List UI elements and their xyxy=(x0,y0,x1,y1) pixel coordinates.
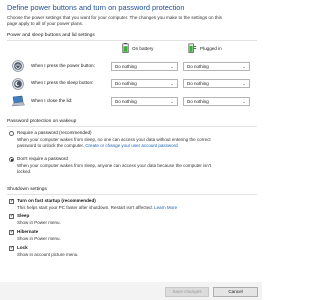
select-value: Do nothing xyxy=(115,64,137,69)
page-title: Define power buttons and turn on passwor… xyxy=(7,3,185,12)
select-value: Do nothing xyxy=(187,81,209,86)
sleep-button-battery-select[interactable]: Do nothing ⌄ xyxy=(111,79,178,88)
chevron-down-icon: ⌄ xyxy=(242,99,246,104)
col-plugged-label: Plugged in xyxy=(200,45,222,51)
sleep-option-label[interactable]: Sleep xyxy=(17,213,29,218)
battery-icon xyxy=(122,43,129,53)
hibernate-checkbox[interactable] xyxy=(9,229,14,235)
select-value: Do nothing xyxy=(187,64,209,69)
chevron-down-icon: ⌄ xyxy=(242,81,246,86)
col-header-plugged: Plugged in xyxy=(188,43,222,53)
col-header-battery: On battery xyxy=(122,43,153,53)
chevron-down-icon: ⌄ xyxy=(170,99,174,104)
sleep-option-desc: Show in Power menu. xyxy=(17,220,61,225)
password-section-title: Password protection on wakeup xyxy=(7,119,77,124)
sleep-checkbox[interactable] xyxy=(9,213,14,219)
dont-require-password-desc: When your computer wakes from sleep, any… xyxy=(17,163,257,175)
hibernate-option-label[interactable]: Hibernate xyxy=(17,229,38,234)
hibernate-option-desc: Show in Power menu. xyxy=(17,236,61,241)
shutdown-section-title: Shutdown settings xyxy=(7,187,47,192)
dont-require-password-radio[interactable] xyxy=(9,157,14,162)
sleep-icon xyxy=(12,78,24,90)
require-password-radio[interactable] xyxy=(9,131,14,136)
save-changes-button[interactable]: Save changes xyxy=(165,287,209,297)
learn-more-link[interactable]: Learn More xyxy=(154,205,177,210)
laptop-lid-icon xyxy=(11,95,25,107)
require-password-label[interactable]: Require a password (recommended) xyxy=(17,130,92,135)
require-desc-prefix: password to unlock the computer. xyxy=(17,143,85,148)
chevron-down-icon: ⌄ xyxy=(242,64,246,69)
power-button-plugged-select[interactable]: Do nothing ⌄ xyxy=(183,62,250,71)
section-divider xyxy=(7,194,257,195)
section-divider xyxy=(7,40,257,41)
power-button-battery-select[interactable]: Do nothing ⌄ xyxy=(111,62,178,71)
require-desc-line-2: password to unlock the computer. Create … xyxy=(17,143,257,149)
buttons-section-title: Power and sleep buttons and lid settings xyxy=(7,33,95,38)
fast-startup-desc: This helps start your PC faster after sh… xyxy=(17,205,177,211)
require-password-desc: When your computer wakes from sleep, no … xyxy=(17,137,257,149)
close-lid-label: When I close the lid: xyxy=(31,98,73,103)
select-value: Do nothing xyxy=(187,99,209,104)
dont-desc-line-2: locked. xyxy=(17,169,32,174)
lock-option-label[interactable]: Lock xyxy=(17,245,28,250)
power-button-label: When I press the power button: xyxy=(31,63,95,68)
sleep-button-label: When I press the sleep button: xyxy=(31,80,94,85)
cancel-button[interactable]: Cancel xyxy=(213,287,258,297)
sleep-button-plugged-select[interactable]: Do nothing ⌄ xyxy=(183,79,250,88)
col-battery-label: On battery xyxy=(132,45,154,51)
section-divider xyxy=(7,126,257,127)
intro-text: Choose the power settings that you want … xyxy=(7,15,257,27)
dont-require-password-label[interactable]: Don't require a password xyxy=(17,156,68,161)
fast-startup-desc-text: This helps start your PC faster after sh… xyxy=(17,205,153,210)
plug-icon xyxy=(188,43,197,53)
power-icon xyxy=(12,60,24,72)
intro-line-2: page apply to all of your power plans. xyxy=(7,21,84,26)
lock-checkbox[interactable] xyxy=(9,245,14,251)
select-value: Do nothing xyxy=(115,81,137,86)
fast-startup-label[interactable]: Turn on fast startup (recommended) xyxy=(17,198,96,203)
select-value: Do nothing xyxy=(115,99,137,104)
fast-startup-checkbox[interactable] xyxy=(9,198,14,204)
close-lid-plugged-select[interactable]: Do nothing ⌄ xyxy=(183,97,250,106)
change-password-link[interactable]: Create or change your user account passw… xyxy=(85,143,177,148)
close-lid-battery-select[interactable]: Do nothing ⌄ xyxy=(111,97,178,106)
lock-option-desc: Show in account picture menu. xyxy=(17,252,79,257)
chevron-down-icon: ⌄ xyxy=(170,64,174,69)
chevron-down-icon: ⌄ xyxy=(170,81,174,86)
